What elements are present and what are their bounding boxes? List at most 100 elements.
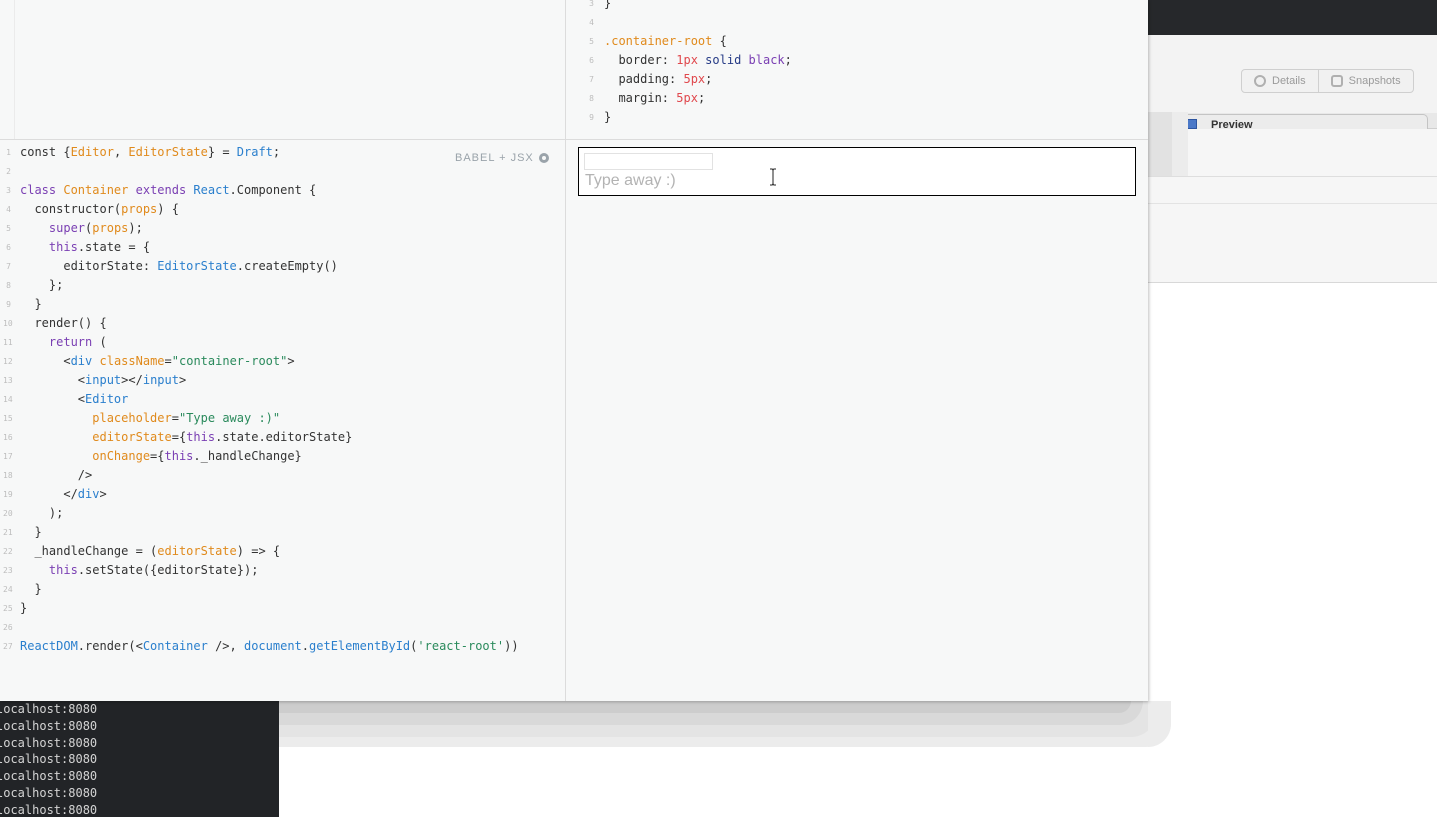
code-token: Editor bbox=[85, 392, 129, 406]
draft-editor-placeholder[interactable]: Type away :) bbox=[585, 172, 676, 190]
code-line[interactable]: 1 const {Editor, EditorState} = Draft; bbox=[6, 143, 519, 162]
code-token: "container-root" bbox=[171, 354, 288, 368]
code-line[interactable]: 14 <Editor bbox=[3, 390, 519, 409]
code-line[interactable]: 27 ReactDOM.render(<Container />, documen… bbox=[3, 637, 519, 656]
details-button[interactable]: Details bbox=[1242, 70, 1318, 92]
code-token: Container bbox=[63, 183, 129, 197]
camera-icon bbox=[1330, 75, 1343, 87]
code-token: 5px bbox=[676, 91, 698, 105]
code-token: }; bbox=[20, 278, 64, 292]
code-line[interactable]: 15 placeholder="Type away :)" bbox=[3, 409, 519, 428]
code-token: editorState: bbox=[20, 259, 158, 273]
code-line[interactable]: 4 bbox=[589, 13, 792, 32]
line-number: 2 bbox=[6, 167, 11, 176]
code-line[interactable]: 2 bbox=[6, 162, 519, 181]
code-line[interactable]: 10 render() { bbox=[3, 314, 519, 333]
preview-text-input[interactable] bbox=[584, 153, 713, 170]
code-line[interactable]: 23 this.setState({editorState}); bbox=[3, 561, 519, 580]
line-number: 1 bbox=[6, 148, 11, 157]
code-token: Draft bbox=[236, 145, 273, 159]
html-editor-pane[interactable] bbox=[0, 0, 565, 139]
code-line[interactable]: 6 border: 1px solid black; bbox=[589, 51, 792, 70]
view-segmented-control: Details Snapshots bbox=[1241, 69, 1414, 93]
code-line[interactable]: 12 <div className="container-root"> bbox=[3, 352, 519, 371]
code-token: ReactDOM bbox=[20, 639, 78, 653]
code-token: 'react-root' bbox=[417, 639, 505, 653]
css-editor[interactable]: 3} 4 5 .container-root {6 border: 1px solid… bbox=[589, 0, 792, 127]
code-token: placeholder bbox=[92, 411, 172, 425]
code-line[interactable]: 19 </div> bbox=[3, 485, 519, 504]
terminal-line: localhost:8080 bbox=[0, 769, 98, 784]
line-number: 12 bbox=[3, 357, 13, 366]
line-number: 22 bbox=[3, 547, 13, 556]
line-number: 8 bbox=[589, 94, 594, 103]
code-line[interactable]: 24 } bbox=[3, 580, 519, 599]
code-token: EditorState bbox=[157, 259, 237, 273]
code-line[interactable]: 3} bbox=[589, 0, 792, 13]
code-token: border: bbox=[604, 53, 677, 67]
code-line[interactable]: 6 this.state = { bbox=[6, 238, 519, 257]
code-token: const { bbox=[20, 145, 71, 159]
code-line[interactable]: 11 return ( bbox=[3, 333, 519, 352]
code-line[interactable]: 9} bbox=[589, 108, 792, 127]
gear-icon[interactable] bbox=[538, 153, 549, 163]
line-number: 15 bbox=[3, 414, 13, 423]
code-token: .createEmpty() bbox=[236, 259, 338, 273]
code-token: > bbox=[287, 354, 295, 368]
js-editor[interactable]: 1 const {Editor, EditorState} = Draft; 2 3 c… bbox=[3, 143, 519, 656]
snapshots-button[interactable]: Snapshots bbox=[1317, 70, 1413, 92]
code-token: render() { bbox=[20, 316, 107, 330]
code-line[interactable]: 17 onChange={this._handleChange} bbox=[3, 447, 519, 466]
result-preview-pane bbox=[566, 140, 1148, 701]
code-line[interactable]: 5 super(props); bbox=[6, 219, 519, 238]
code-line[interactable]: 8 }; bbox=[6, 276, 519, 295]
line-number: 24 bbox=[3, 585, 13, 594]
line-number: 5 bbox=[6, 224, 11, 233]
code-token: .setState({editorState}); bbox=[77, 563, 259, 577]
code-line[interactable]: 8 margin: 5px; bbox=[589, 89, 792, 108]
code-line[interactable]: 5 .container-root { bbox=[589, 32, 792, 51]
code-token: margin: bbox=[604, 91, 677, 105]
code-line[interactable]: 3 class Container extends React.Component… bbox=[6, 181, 519, 200]
pane-divider-horizontal[interactable] bbox=[0, 139, 1148, 140]
line-number: 6 bbox=[6, 243, 11, 252]
code-line[interactable]: 20 ); bbox=[3, 504, 519, 523]
code-token: black bbox=[748, 53, 785, 67]
code-line[interactable]: 13 <input></input> bbox=[3, 371, 519, 390]
code-token: onChange bbox=[92, 449, 151, 463]
code-token: React bbox=[193, 183, 230, 197]
code-token: ) { bbox=[157, 202, 179, 216]
code-line[interactable]: 21 } bbox=[3, 523, 519, 542]
code-line[interactable]: 25} bbox=[3, 599, 519, 618]
line-number: 26 bbox=[3, 623, 13, 632]
code-token: } bbox=[604, 0, 612, 10]
divider bbox=[1148, 176, 1437, 177]
code-token: editorState bbox=[92, 430, 172, 444]
window-drag-trail bbox=[279, 701, 1131, 713]
code-line[interactable]: 9 } bbox=[6, 295, 519, 314]
code-line[interactable]: 4 constructor(props) { bbox=[6, 200, 519, 219]
code-token: class bbox=[20, 183, 64, 197]
code-token: { bbox=[712, 34, 727, 48]
code-token: input bbox=[142, 373, 179, 387]
code-token: this bbox=[164, 449, 194, 463]
code-token: } bbox=[20, 601, 28, 615]
preview-icon bbox=[1187, 119, 1197, 129]
terminal-line: localhost:8080 bbox=[0, 735, 98, 750]
code-line[interactable]: 26 bbox=[3, 618, 519, 637]
code-token: ; bbox=[784, 53, 792, 67]
code-token: extends bbox=[128, 183, 194, 197]
tab-preview[interactable]: Preview bbox=[1174, 114, 1428, 131]
code-line[interactable]: 22 _handleChange = (editorState) => { bbox=[3, 542, 519, 561]
code-line[interactable]: 18 /> bbox=[3, 466, 519, 485]
code-line[interactable]: 16 editorState={this.state.editorState} bbox=[3, 428, 519, 447]
code-line[interactable]: 7 padding: 5px; bbox=[589, 70, 792, 89]
pane-divider-vertical[interactable] bbox=[565, 0, 566, 701]
details-button-label: Details bbox=[1272, 75, 1306, 87]
line-number: 8 bbox=[6, 281, 11, 290]
code-line[interactable]: 7 editorState: EditorState.createEmpty() bbox=[6, 257, 519, 276]
terminal-output[interactable]: localhost:8080 localhost:8080 localhost:80… bbox=[0, 701, 279, 817]
code-token: 1px bbox=[676, 53, 698, 67]
